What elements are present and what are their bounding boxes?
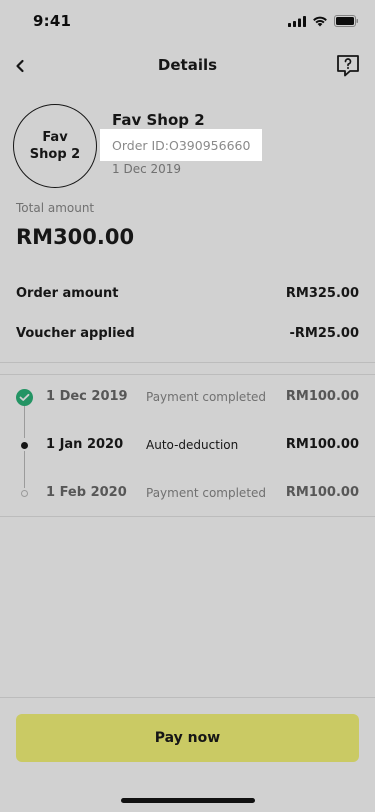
voucher-label: Voucher applied [16,326,135,341]
installment-amount: RM100.00 [285,389,359,404]
order-amount-label: Order amount [16,286,119,301]
total-amount-value: RM300.00 [16,225,135,249]
divider [0,362,375,363]
nav-bar: Details [0,44,375,88]
status-icons [288,15,359,27]
wifi-icon [313,16,327,26]
help-chat-icon [337,55,359,77]
page-title: Details [157,56,218,74]
voucher-row: Voucher applied -RM25.00 [16,326,359,341]
total-amount-label: Total amount [16,201,95,215]
shop-logo-text: Fav Shop 2 [29,130,81,162]
filled-dot-icon [21,442,28,449]
divider [0,516,375,517]
order-amount-row: Order amount RM325.00 [16,286,359,301]
installment-row: 1 Jan 2020 Auto-deduction RM100.00 [0,433,375,457]
check-circle-icon [16,389,33,406]
status-bar: 9:41 [0,0,375,44]
order-id: Order ID:O390956660 [112,137,251,153]
voucher-value: -RM25.00 [289,326,359,341]
order-id-highlight: Order ID:O390956660 [100,129,262,161]
order-details-screen: 9:41 Details Fav Shop 2 Fav Shop 2 1 Dec… [0,0,375,812]
pay-now-button[interactable]: Pay now [16,714,359,762]
battery-icon [334,15,358,27]
help-button[interactable] [335,53,361,79]
installment-date: 1 Feb 2020 [46,485,127,500]
installment-row: 1 Dec 2019 Payment completed RM100.00 [0,385,375,409]
installment-date: 1 Jan 2020 [46,437,124,452]
installment-status: Auto-deduction [146,438,239,452]
signal-icon [288,15,306,27]
installment-date: 1 Dec 2019 [46,389,128,404]
home-indicator [121,798,255,803]
shop-name: Fav Shop 2 [112,111,205,129]
divider [0,374,375,375]
installment-row: 1 Feb 2020 Payment completed RM100.00 [0,481,375,505]
status-time: 9:41 [33,12,72,30]
hollow-dot-icon [21,490,28,497]
shop-logo: Fav Shop 2 [13,104,97,188]
installment-status: Payment completed [146,486,267,500]
order-amount-value: RM325.00 [285,286,359,301]
installment-status: Payment completed [146,390,267,404]
order-date: 1 Dec 2019 [112,162,182,176]
installment-amount: RM100.00 [285,437,359,452]
footer-divider [0,697,375,698]
installment-amount: RM100.00 [285,485,359,500]
